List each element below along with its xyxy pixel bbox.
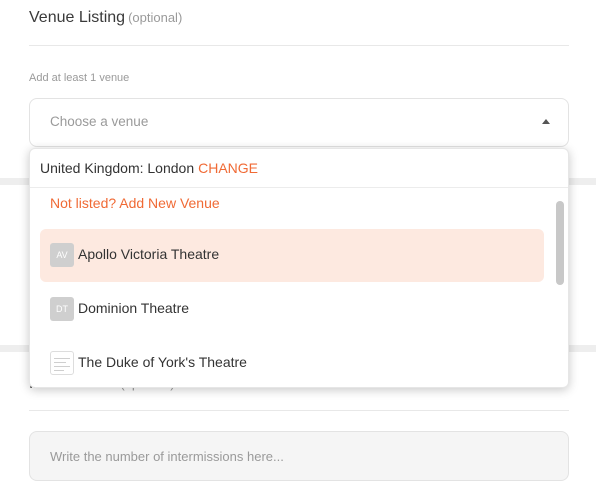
venue-listing-optional-label: (optional) <box>128 10 183 25</box>
location-divider <box>30 187 568 188</box>
venue-option-name: The Duke of York's Theatre <box>78 354 247 370</box>
venue-thumbnail: AV <box>50 243 74 267</box>
venue-dropdown: United Kingdom: London CHANGE Not listed?… <box>29 148 569 388</box>
venue-listing-title-text: Venue Listing <box>29 9 126 26</box>
add-new-venue-link[interactable]: Not listed? Add New Venue <box>50 195 220 211</box>
change-location-link[interactable]: CHANGE <box>198 160 258 176</box>
caret-up-icon <box>542 119 550 124</box>
intermissions-input[interactable]: Write the number of intermissions here..… <box>29 431 569 481</box>
venue-image-thumbnail <box>50 351 74 375</box>
intermissions-input-placeholder: Write the number of intermissions here..… <box>50 449 284 464</box>
venue-thumbnail: DT <box>50 297 74 321</box>
venue-hint: Add at least 1 venue <box>29 72 130 84</box>
venue-option[interactable]: DT Dominion Theatre <box>40 283 544 336</box>
dropdown-scrollbar[interactable] <box>556 195 564 385</box>
location-label: United Kingdom: London <box>40 160 195 176</box>
venue-section-divider <box>29 45 569 46</box>
venue-option[interactable]: The Duke of York's Theatre <box>40 337 544 387</box>
venue-option-name: Apollo Victoria Theatre <box>78 246 220 262</box>
venue-select[interactable]: Choose a venue <box>29 98 569 147</box>
venue-option-name: Dominion Theatre <box>78 300 190 316</box>
venue-option[interactable]: AV Apollo Victoria Theatre <box>40 229 544 282</box>
dropdown-scrollbar-thumb[interactable] <box>556 201 564 285</box>
venue-select-placeholder: Choose a venue <box>50 114 149 129</box>
location-row: United Kingdom: London CHANGE <box>40 160 258 176</box>
intermissions-section-divider <box>29 410 569 411</box>
venue-listing-title: Venue Listing (optional) <box>29 9 182 27</box>
